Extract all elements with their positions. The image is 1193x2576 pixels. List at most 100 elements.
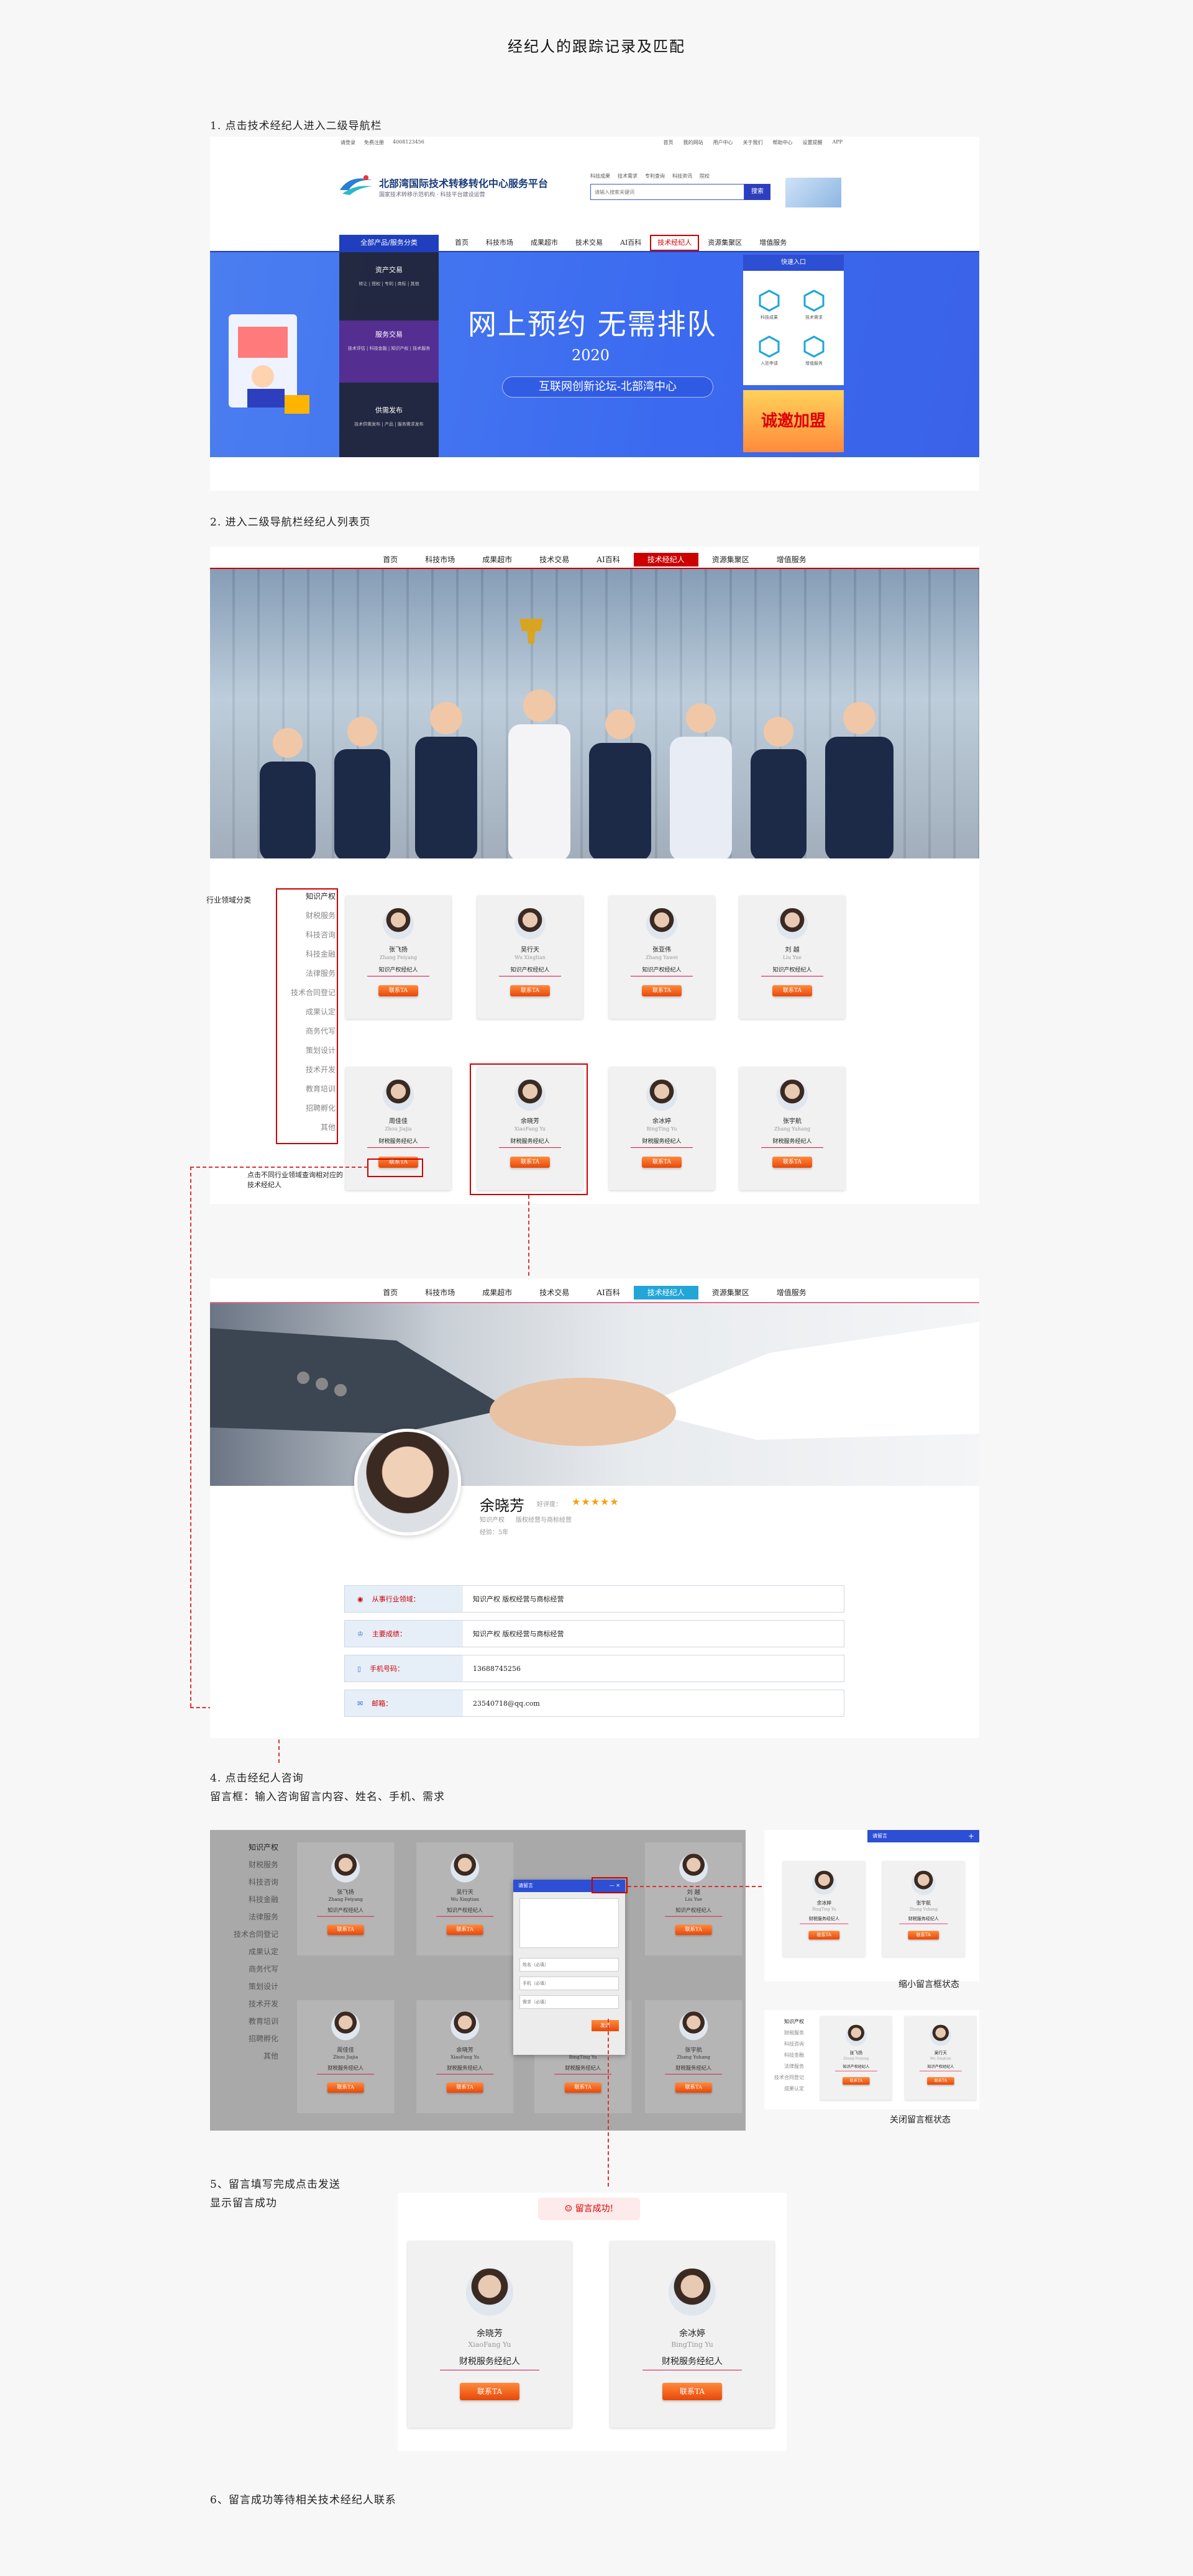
category-item[interactable]: 财税服务 (767, 2028, 804, 2039)
nav-item-trade[interactable]: 技术交易 (567, 235, 611, 251)
expand-icon[interactable]: + (968, 1830, 974, 1842)
category-item[interactable]: 科技金融 (229, 1891, 278, 1908)
broker-card[interactable]: 张宇航 Zhang Yuhang 财税服务经纪人 联系TA (882, 1861, 965, 1957)
contact-button[interactable]: 联系TA (460, 2383, 519, 2400)
contact-button[interactable]: 联系TA (662, 2383, 722, 2400)
contact-button[interactable]: 联系TA (642, 985, 682, 996)
category-item[interactable]: 策划设计 (229, 1978, 278, 1995)
topbar-link[interactable]: 我的网站 (683, 139, 703, 146)
category-item[interactable]: 教育培训 (229, 2013, 278, 2030)
sub-nav-item[interactable]: 资源集聚区 (698, 1286, 763, 1299)
broker-card[interactable]: 张宇航 Zhang Yuhang 财税服务经纪人 联系TA (739, 1067, 845, 1190)
category-item[interactable]: 成果认定 (767, 2083, 804, 2095)
broker-card[interactable]: 余冰婷 BingTing Yu 财税服务经纪人 联系TA (610, 2241, 774, 2428)
category-item[interactable]: 成果认定 (229, 1943, 278, 1960)
nav-item-home[interactable]: 首页 (446, 235, 477, 251)
nav-item-ai[interactable]: AI百科 (611, 235, 650, 251)
side-menu-title[interactable]: 资产交易 (339, 265, 439, 275)
sub-nav-item[interactable]: 首页 (369, 553, 411, 567)
topbar-link[interactable]: 首页 (663, 139, 673, 146)
category-item[interactable]: 其他 (229, 2047, 278, 2065)
register-link[interactable]: 免费注册 (364, 139, 384, 146)
sub-nav-item-active[interactable]: 技术经纪人 (633, 553, 698, 567)
broker-card[interactable]: 张飞扬 Zhang Feiyang 知识产权经纪人 联系TA (345, 896, 451, 1019)
broker-card[interactable]: 余晓芳 XiaoFang Yu 财税服务经纪人 联系TA (416, 2000, 514, 2114)
broker-card[interactable]: 刘 越 Liu Yue 知识产权经纪人 联系TA (645, 1842, 743, 1956)
contact-button[interactable]: 联系TA (675, 2082, 712, 2093)
contact-button[interactable]: 联系TA (327, 2082, 364, 2093)
category-item[interactable]: 技术合同登记 (229, 1926, 278, 1943)
contact-button[interactable]: 联系TA (564, 2082, 601, 2093)
broker-card[interactable]: 余冰婷BingTing Yu 财税服务经纪人联系TA (609, 1067, 715, 1190)
category-item[interactable]: 法律服务 (229, 1908, 278, 1926)
sub-nav-item-active[interactable]: 技术经纪人 (633, 1286, 698, 1299)
broker-card[interactable]: 张飞扬 Zhang Feiyang 知识产权经纪人 联系TA (820, 2016, 892, 2100)
broker-card[interactable]: 刘 越 Liu Yue 知识产权经纪人 联系TA (739, 896, 845, 1019)
sub-nav-item[interactable]: 科技市场 (411, 553, 469, 567)
topbar-link[interactable]: 设置提醒 (802, 139, 822, 146)
sub-nav-item[interactable]: 资源集聚区 (698, 553, 763, 567)
contact-button[interactable]: 联系TA (642, 1157, 682, 1168)
contact-button[interactable]: 联系TA (843, 2077, 870, 2085)
sub-nav-item[interactable]: 增值服务 (763, 1286, 820, 1299)
contact-button[interactable]: 联系TA (808, 1931, 840, 1940)
topbar-link[interactable]: 用户中心 (713, 139, 733, 146)
category-item[interactable]: 招聘孵化 (229, 2030, 278, 2047)
send-button[interactable]: 发送 (592, 2020, 619, 2031)
sub-nav-item[interactable]: 成果超市 (469, 553, 526, 567)
nav-item-market[interactable]: 科技市场 (477, 235, 522, 251)
tech-demand-icon[interactable] (803, 289, 825, 312)
search-tab[interactable]: 科技资讯 (672, 173, 692, 180)
contact-button[interactable]: 联系TA (675, 1924, 712, 1936)
topbar-link[interactable]: APP (832, 139, 843, 146)
contact-button[interactable]: 联系TA (446, 2082, 483, 2093)
contact-button[interactable]: 联系TA (772, 985, 812, 996)
category-item[interactable]: 法律服务 (767, 2061, 804, 2072)
sub-nav-item[interactable]: 首页 (369, 1286, 411, 1299)
broker-card[interactable]: 吴行天 Wu Xingtian 知识产权经纪人 联系TA (477, 896, 583, 1019)
sub-nav-item[interactable]: AI百科 (583, 553, 633, 567)
sub-nav-item[interactable]: 增值服务 (763, 553, 820, 567)
sub-nav-item[interactable]: 技术交易 (526, 553, 583, 567)
name-field[interactable] (519, 1958, 619, 1972)
contact-button[interactable]: 联系TA (510, 985, 550, 996)
login-link[interactable]: 请登录 (341, 139, 355, 146)
contact-button[interactable]: 联系TA (327, 1924, 364, 1936)
category-menu-button[interactable]: 全部产品/服务分类 (339, 235, 439, 251)
search-tab[interactable]: 专利查询 (645, 173, 665, 180)
broker-card[interactable]: 张亚伟 Zhang Yawei 知识产权经纪人 联系TA (609, 896, 715, 1019)
category-item[interactable]: 商务代写 (229, 1960, 278, 1978)
category-item[interactable]: 技术开发 (229, 1995, 278, 2013)
search-button[interactable]: 搜索 (744, 184, 770, 200)
contact-button[interactable]: 联系TA (927, 2077, 954, 2085)
sub-nav-item[interactable]: 科技市场 (411, 1286, 469, 1299)
sub-nav-item[interactable]: 技术交易 (526, 1286, 583, 1299)
sub-nav-item[interactable]: AI百科 (583, 1286, 633, 1299)
contact-button[interactable]: 联系TA (772, 1157, 812, 1168)
nav-item-resources[interactable]: 资源集聚区 (699, 235, 751, 251)
broker-card[interactable]: 吴行天 Wu Xingtian 知识产权经纪人 联系TA (905, 2016, 977, 2100)
search-tab[interactable]: 技术需求 (618, 173, 638, 180)
search-input[interactable] (590, 184, 744, 200)
topbar-link[interactable]: 关于我们 (743, 139, 762, 146)
nav-item-broker[interactable]: 技术经纪人 (650, 235, 700, 251)
mini-chat-bar[interactable]: 请留言 + (867, 1830, 979, 1842)
message-textarea[interactable] (519, 1898, 619, 1948)
topbar-link[interactable]: 帮助中心 (772, 139, 792, 146)
broker-card[interactable]: 张宇航 Zhang Yuhang 财税服务经纪人 联系TA (645, 2000, 743, 2114)
broker-card[interactable]: 余冰婷BingTing Yu 财税服务经纪人联系TA (783, 1861, 866, 1957)
broker-card[interactable]: 张飞扬 Zhang Feiyang 知识产权经纪人 联系TA (297, 1842, 395, 1956)
value-service-icon[interactable] (803, 335, 825, 358)
nav-item-supermarket[interactable]: 成果超市 (522, 235, 567, 251)
search-tab[interactable]: 科技成果 (590, 173, 610, 180)
contact-button[interactable]: 联系TA (378, 985, 418, 996)
broker-card[interactable]: 吴行天 Wu Xingtian 知识产权经纪人 联系TA (416, 1842, 514, 1956)
category-item[interactable]: 科技咨询 (767, 2039, 804, 2050)
side-menu-title[interactable]: 供需发布 (339, 405, 439, 415)
category-item[interactable]: 知识产权 (767, 2016, 804, 2028)
contact-button[interactable]: 联系TA (908, 1931, 939, 1940)
broker-card[interactable]: 余晓芳 XiaoFang Yu 财税服务经纪人 联系TA (408, 2241, 572, 2428)
need-field[interactable] (519, 1995, 619, 2009)
join-apply-icon[interactable] (758, 335, 780, 358)
search-tab[interactable]: 院校 (700, 173, 710, 180)
